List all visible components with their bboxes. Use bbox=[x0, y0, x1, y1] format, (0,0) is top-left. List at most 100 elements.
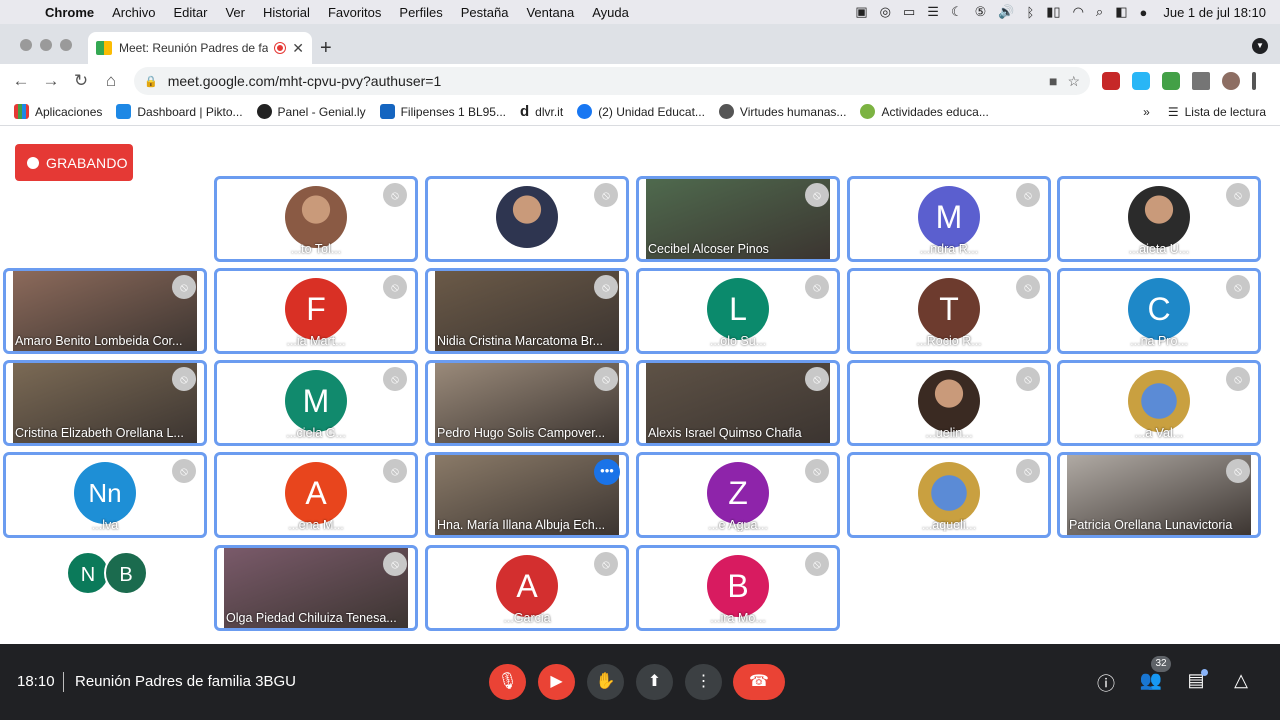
display-icon[interactable]: ▭ bbox=[903, 4, 915, 20]
participant-tile[interactable]: Alexis Israel Quimso Chafla ⦸ bbox=[636, 360, 840, 446]
camera-off-button[interactable]: ▶ bbox=[538, 664, 575, 700]
participant-tile[interactable]: A ...ena M... ⦸ bbox=[214, 452, 418, 538]
creative-cloud-icon[interactable]: ◎ bbox=[880, 4, 891, 20]
participant-tile[interactable]: ...aieta U... ⦸ bbox=[1057, 176, 1261, 262]
participant-tile[interactable]: ...aqueli... ⦸ bbox=[847, 452, 1051, 538]
bookmark-label: Filipenses 1 BL95... bbox=[400, 104, 506, 119]
more-options-button[interactable]: ⋮ bbox=[685, 664, 722, 700]
app-5-icon[interactable]: ⑤ bbox=[975, 4, 987, 20]
close-window-button[interactable] bbox=[20, 39, 32, 51]
leave-call-button[interactable]: ☎ bbox=[733, 664, 785, 700]
participant-tile[interactable]: Patricia Orellana Lunavictoria ⦸ bbox=[1057, 452, 1261, 538]
bookmark-dlvr[interactable]: d dlvr.it bbox=[520, 103, 563, 120]
info-icon[interactable]: ⓘ bbox=[1094, 670, 1118, 696]
browser-tab-meet[interactable]: Meet: Reunión Padres de fa ✕ bbox=[88, 32, 312, 64]
recording-button[interactable]: GRABANDO bbox=[15, 144, 133, 181]
sheets-extension-icon[interactable] bbox=[1162, 72, 1180, 90]
participant-tile[interactable]: M ...ndra R... ⦸ bbox=[847, 176, 1051, 262]
puzzle-extensions-icon[interactable] bbox=[1192, 72, 1210, 90]
minimize-window-button[interactable] bbox=[40, 39, 52, 51]
participant-tile[interactable]: Nn ...lva ⦸ bbox=[3, 452, 207, 538]
participant-tile[interactable]: T ...Rocio R... ⦸ bbox=[847, 268, 1051, 354]
profile-avatar[interactable] bbox=[1222, 72, 1240, 90]
menu-editar[interactable]: Editar bbox=[164, 5, 216, 20]
bookmark-genially[interactable]: Panel - Genial.ly bbox=[256, 104, 366, 119]
mic-muted-icon: ⦸ bbox=[1016, 183, 1040, 207]
back-icon[interactable]: ← bbox=[6, 71, 36, 91]
menu-ventana[interactable]: Ventana bbox=[517, 5, 583, 20]
cloud-extension-icon[interactable] bbox=[1132, 72, 1150, 90]
bookmark-facebook[interactable]: (2) Unidad Educat... bbox=[577, 104, 705, 119]
raise-hand-button[interactable]: ✋ bbox=[587, 664, 624, 700]
bookmark-star-icon[interactable]: ☆ bbox=[1067, 73, 1080, 90]
spotlight-search-icon[interactable]: ⌕ bbox=[1096, 4, 1103, 20]
participant-tile[interactable]: M ...ciela G... ⦸ bbox=[214, 360, 418, 446]
mic-muted-icon: ⦸ bbox=[805, 459, 829, 483]
tile-more-options-icon[interactable]: ••• bbox=[594, 459, 620, 485]
menu-chrome[interactable]: Chrome bbox=[36, 5, 103, 20]
menu-archivo[interactable]: Archivo bbox=[103, 5, 164, 20]
battery-icon[interactable]: ▮▯ bbox=[1046, 4, 1060, 20]
participant-tile[interactable]: Z ...e Agua... ⦸ bbox=[636, 452, 840, 538]
stack-icon[interactable]: ☰ bbox=[927, 4, 939, 20]
bluetooth-icon[interactable]: ᛒ bbox=[1026, 5, 1034, 20]
overflow-avatars[interactable]: N B bbox=[66, 551, 156, 599]
close-tab-icon[interactable]: ✕ bbox=[292, 40, 304, 57]
bookmark-virtudes[interactable]: Virtudes humanas... bbox=[718, 104, 846, 119]
wifi-icon[interactable]: ◠ bbox=[1073, 4, 1084, 20]
meet-grid: GRABANDO ...to Tol... ⦸ ⦸ Cecibel Alcoser P… bbox=[0, 127, 1280, 644]
participant-tile[interactable]: ...a Val... ⦸ bbox=[1057, 360, 1261, 446]
participant-tile[interactable]: Olga Piedad Chiluiza Tenesa... ⦸ bbox=[214, 545, 418, 631]
home-icon[interactable]: ⌂ bbox=[96, 71, 126, 91]
control-center-icon[interactable]: ◧ bbox=[1115, 4, 1127, 20]
bookmark-filipenses[interactable]: Filipenses 1 BL95... bbox=[379, 104, 506, 119]
participant-tile[interactable]: ⦸ bbox=[425, 176, 629, 262]
bookmark-apps[interactable]: Aplicaciones bbox=[14, 104, 102, 119]
tab-search-icon[interactable]: ▼ bbox=[1252, 38, 1268, 54]
volume-icon[interactable]: 🔊 bbox=[998, 4, 1014, 20]
participant-tile[interactable]: F ...ia Mart... ⦸ bbox=[214, 268, 418, 354]
bookmark-label: Dashboard | Pikto... bbox=[137, 104, 243, 119]
new-tab-icon[interactable]: + bbox=[320, 38, 332, 58]
chrome-menu-icon[interactable] bbox=[1252, 72, 1256, 90]
lock-icon[interactable]: 🔒 bbox=[144, 75, 158, 88]
participant-tile[interactable]: Pedro Hugo Solis Campover... ⦸ bbox=[425, 360, 629, 446]
menu-ver[interactable]: Ver bbox=[216, 5, 254, 20]
bookmark-actividades[interactable]: Actividades educa... bbox=[860, 104, 989, 119]
forward-icon[interactable]: → bbox=[36, 71, 66, 91]
camera-permission-icon[interactable]: ■ bbox=[1049, 73, 1057, 89]
activities-icon[interactable]: △ bbox=[1229, 670, 1253, 691]
reading-list[interactable]: ☰ Lista de lectura bbox=[1168, 105, 1266, 119]
siri-icon[interactable]: ● bbox=[1140, 5, 1148, 20]
participant-tile[interactable]: Cecibel Alcoser Pinos ⦸ bbox=[636, 176, 840, 262]
pdf-extension-icon[interactable] bbox=[1102, 72, 1120, 90]
menu-ayuda[interactable]: Ayuda bbox=[583, 5, 638, 20]
participant-tile[interactable]: ...to Tol... ⦸ bbox=[214, 176, 418, 262]
menu-pestana[interactable]: Pestaña bbox=[452, 5, 518, 20]
participant-tile[interactable]: L ...olo Su... ⦸ bbox=[636, 268, 840, 354]
participant-tile[interactable]: A ...Garcia ⦸ bbox=[425, 545, 629, 631]
address-bar[interactable]: 🔒 meet.google.com/mht-cpvu-pvy?authuser=… bbox=[134, 67, 1090, 95]
status-app-icon[interactable]: ▣ bbox=[855, 4, 867, 20]
zoom-window-button[interactable] bbox=[60, 39, 72, 51]
participant-tile[interactable]: Nidia Cristina Marcatoma Br... ⦸ bbox=[425, 268, 629, 354]
more-bookmarks-icon[interactable]: » bbox=[1143, 105, 1150, 119]
present-button[interactable]: ⬆ bbox=[636, 664, 673, 700]
tab-title: Meet: Reunión Padres de fa bbox=[119, 41, 269, 55]
participant-tile[interactable]: B ...ira Mo... ⦸ bbox=[636, 545, 840, 631]
menu-favoritos[interactable]: Favoritos bbox=[319, 5, 390, 20]
menu-perfiles[interactable]: Perfiles bbox=[390, 5, 451, 20]
bookmark-piktochart[interactable]: Dashboard | Pikto... bbox=[116, 104, 243, 119]
moon-icon[interactable]: ☾ bbox=[951, 4, 963, 20]
menu-historial[interactable]: Historial bbox=[254, 5, 319, 20]
url-text[interactable]: meet.google.com/mht-cpvu-pvy?authuser=1 bbox=[168, 73, 1039, 89]
participant-tile[interactable]: ...uelin... ⦸ bbox=[847, 360, 1051, 446]
participant-tile[interactable]: Cristina Elizabeth Orellana L... ⦸ bbox=[3, 360, 207, 446]
participant-tile[interactable]: Hna. María Illana Albuja Ech... ••• bbox=[425, 452, 629, 538]
participant-tile[interactable]: Amaro Benito Lombeida Cor... ⦸ bbox=[3, 268, 207, 354]
people-icon[interactable]: 👥 bbox=[1139, 670, 1163, 691]
menubar-clock[interactable]: Jue 1 de jul 18:10 bbox=[1159, 5, 1266, 20]
mic-off-button[interactable]: 🎙 bbox=[489, 664, 526, 700]
participant-tile[interactable]: C ...na Pro... ⦸ bbox=[1057, 268, 1261, 354]
reload-icon[interactable]: ↻ bbox=[66, 71, 96, 91]
